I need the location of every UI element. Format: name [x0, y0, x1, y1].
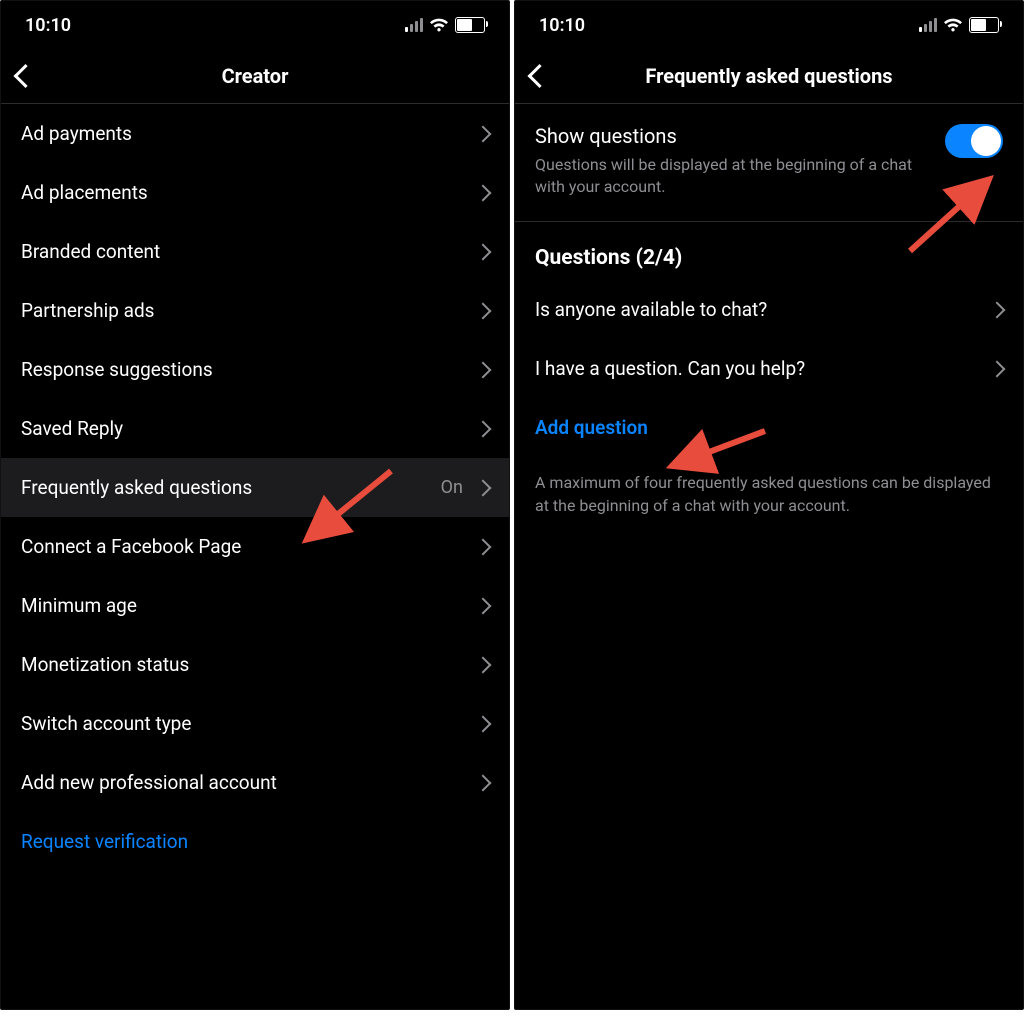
list-item-response-suggestions[interactable]: Response suggestions — [1, 340, 509, 399]
cellular-signal-icon — [919, 18, 937, 32]
status-indicators — [919, 17, 999, 33]
settings-list: Ad payments Ad placements Branded conten… — [1, 104, 509, 871]
list-item-switch-account-type[interactable]: Switch account type — [1, 694, 509, 753]
list-item-connect-facebook[interactable]: Connect a Facebook Page — [1, 517, 509, 576]
footnote-text: A maximum of four frequently asked quest… — [515, 457, 1023, 531]
add-question-link[interactable]: Add question — [515, 398, 1023, 457]
question-label: Is anyone available to chat? — [535, 298, 767, 321]
chevron-right-icon — [475, 656, 492, 673]
list-item-label: Frequently asked questions — [21, 476, 252, 499]
list-item-ad-placements[interactable]: Ad placements — [1, 163, 509, 222]
question-row[interactable]: Is anyone available to chat? — [515, 280, 1023, 339]
battery-icon — [455, 17, 485, 33]
list-item-label: Add new professional account — [21, 771, 277, 794]
chevron-right-icon — [475, 361, 492, 378]
list-item-label: Monetization status — [21, 653, 189, 676]
list-item-label: Minimum age — [21, 594, 137, 617]
list-item-monetization-status[interactable]: Monetization status — [1, 635, 509, 694]
list-item-label: Response suggestions — [21, 358, 213, 381]
chevron-right-icon — [475, 243, 492, 260]
chevron-right-icon — [475, 538, 492, 555]
questions-section-title: Questions (2/4) — [515, 222, 1023, 280]
toggle-title: Show questions — [535, 124, 933, 148]
list-item-value: On — [441, 477, 463, 498]
page-title: Frequently asked questions — [645, 64, 892, 88]
list-item-label: Saved Reply — [21, 417, 123, 440]
status-time: 10:10 — [25, 15, 71, 36]
list-item-label: Connect a Facebook Page — [21, 535, 241, 558]
wifi-icon — [429, 18, 449, 32]
toggle-subtitle: Questions will be displayed at the begin… — [535, 154, 933, 197]
chevron-left-icon — [13, 64, 37, 88]
list-item-faq[interactable]: Frequently asked questions On — [1, 458, 509, 517]
list-item-label: Partnership ads — [21, 299, 154, 322]
link-label: Request verification — [21, 830, 188, 853]
toggle-knob-icon — [971, 126, 1001, 156]
wifi-icon — [943, 18, 963, 32]
list-item-add-professional-account[interactable]: Add new professional account — [1, 753, 509, 812]
phone-screen-creator: 10:10 Creator Ad payments Ad placements … — [0, 0, 510, 1010]
chevron-right-icon — [475, 302, 492, 319]
chevron-right-icon — [475, 420, 492, 437]
list-item-saved-reply[interactable]: Saved Reply — [1, 399, 509, 458]
list-item-minimum-age[interactable]: Minimum age — [1, 576, 509, 635]
list-item-label: Ad placements — [21, 181, 148, 204]
back-button[interactable] — [525, 62, 554, 91]
page-header: Creator — [1, 49, 509, 104]
question-row[interactable]: I have a question. Can you help? — [515, 339, 1023, 398]
chevron-right-icon — [475, 479, 492, 496]
list-item-label: Ad payments — [21, 122, 132, 145]
chevron-right-icon — [989, 301, 1006, 318]
chevron-right-icon — [475, 184, 492, 201]
list-item-ad-payments[interactable]: Ad payments — [1, 104, 509, 163]
chevron-right-icon — [475, 597, 492, 614]
list-item-label: Branded content — [21, 240, 160, 263]
link-request-verification[interactable]: Request verification — [1, 812, 509, 871]
page-title: Creator — [222, 64, 289, 88]
phone-screen-faq: 10:10 Frequently asked questions Show qu… — [514, 0, 1024, 1010]
chevron-left-icon — [527, 64, 551, 88]
list-item-branded-content[interactable]: Branded content — [1, 222, 509, 281]
status-indicators — [405, 17, 485, 33]
battery-icon — [969, 17, 999, 33]
status-bar: 10:10 — [1, 1, 509, 49]
chevron-right-icon — [989, 360, 1006, 377]
chevron-right-icon — [475, 774, 492, 791]
status-bar: 10:10 — [515, 1, 1023, 49]
page-header: Frequently asked questions — [515, 49, 1023, 104]
show-questions-toggle[interactable] — [945, 124, 1003, 158]
list-item-partnership-ads[interactable]: Partnership ads — [1, 281, 509, 340]
show-questions-section: Show questions Questions will be display… — [515, 104, 1023, 222]
list-item-label: Switch account type — [21, 712, 191, 735]
question-label: I have a question. Can you help? — [535, 357, 805, 380]
chevron-right-icon — [475, 125, 492, 142]
link-label: Add question — [535, 416, 648, 439]
cellular-signal-icon — [405, 18, 423, 32]
chevron-right-icon — [475, 715, 492, 732]
status-time: 10:10 — [539, 15, 585, 36]
back-button[interactable] — [11, 62, 40, 91]
